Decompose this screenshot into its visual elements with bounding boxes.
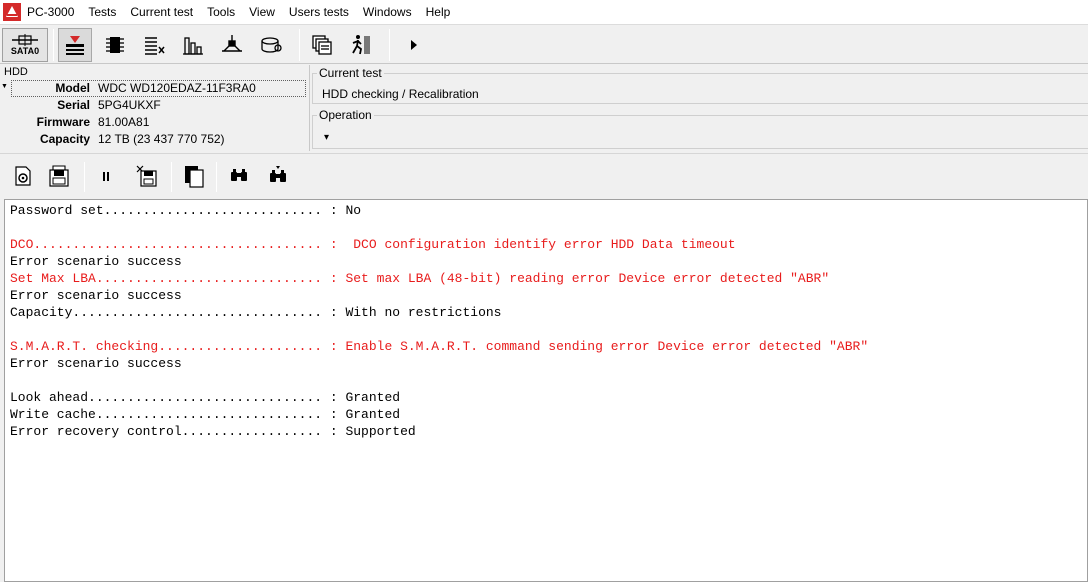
current-test-group: Current test HDD checking / Recalibratio… [312,66,1088,104]
menu-windows[interactable]: Windows [363,5,412,19]
test-log[interactable]: Password set............................… [4,199,1088,582]
menu-help[interactable]: Help [426,5,451,19]
runner-button[interactable] [344,28,378,62]
log-line: Error recovery control..................… [10,424,416,439]
log-line-error: Set Max LBA.............................… [10,271,830,286]
sata-connector-icon [12,34,38,46]
hdd-serial-label: Serial [57,98,90,112]
runner-icon [352,35,370,55]
save-cancel-icon [136,165,157,187]
chip-icon [106,37,124,53]
hdd-firmware-label: Firmware [36,115,90,129]
checklist-icon [145,37,165,55]
main-toolbar: SATA0 [0,24,1088,64]
toolbar-separator [299,29,300,61]
log-line: Error scenario success [10,254,182,269]
hdd-model-value: WDC WD120EDAZ-11F3RA0 [98,81,256,95]
copy-button[interactable] [180,162,208,190]
menu-tools[interactable]: Tools [207,5,235,19]
operation-dropdown-icon[interactable]: ▾ [324,132,329,143]
disk-icon [261,37,282,53]
windows-stack-icon [312,35,332,55]
current-test-value: HDD checking / Recalibration [322,87,479,101]
log-line-error: S.M.A.R.T. checking.....................… [10,339,869,354]
toolbar-separator [84,162,85,192]
hdd-model-label: Model [55,81,90,95]
panel-divider [309,65,310,151]
copy-pages-icon [185,166,204,188]
toolbar-separator [171,162,172,192]
current-test-title: Current test [317,66,384,80]
test-tool-button[interactable] [58,28,92,62]
log-line: Look ahead..............................… [10,390,401,405]
sata-port-button[interactable]: SATA0 [2,28,48,62]
sata-port-label: SATA0 [10,46,40,56]
run-button[interactable] [396,28,430,62]
checklist-button[interactable] [137,28,171,62]
find-next-button[interactable] [264,162,292,190]
page-gear-icon [15,166,31,186]
toolbar-separator [389,29,390,61]
menu-current-test[interactable]: Current test [130,5,193,19]
plug-tree-button[interactable] [215,28,249,62]
menu-bar: PC-3000 Tests Current test Tools View Us… [0,0,1088,24]
menu-users-tests[interactable]: Users tests [289,5,349,19]
toolbar-separator [216,162,217,192]
operation-group: Operation ▾ [312,108,1088,149]
windows-stack-button[interactable] [305,28,339,62]
log-line: Error scenario success [10,288,182,303]
hdd-serial-row: Serial 5PG4UKXF [0,97,309,114]
menu-tests[interactable]: Tests [88,5,116,19]
disk-button[interactable] [254,28,288,62]
hdd-info-panel: HDD ▼ Model WDC WD120EDAZ-11F3RA0 Serial… [0,65,309,149]
hdd-model-row[interactable]: Model WDC WD120EDAZ-11F3RA0 [0,80,309,97]
save-log-button[interactable] [45,162,73,190]
hdd-capacity-value: 12 TB (23 437 770 752) [98,132,225,146]
operation-title: Operation [317,108,374,122]
pause-button[interactable] [92,162,120,190]
binoculars-next-icon [270,166,286,182]
log-line: Capacity................................… [10,305,502,320]
chip-button[interactable] [98,28,132,62]
save-icon [49,165,69,187]
play-icon [411,40,417,50]
log-line: Error scenario success [10,356,182,371]
log-toolbar [0,153,1088,199]
pc3000-window: PC-3000 Tests Current test Tools View Us… [0,0,1088,582]
toolbar-separator [53,29,54,61]
log-line: Write cache.............................… [10,407,401,422]
hdd-panel-title: HDD [4,66,28,78]
hdd-serial-value: 5PG4UKXF [98,98,161,112]
find-button[interactable] [225,162,253,190]
test-tool-icon [66,36,84,55]
hdd-firmware-row: Firmware 81.00A81 [0,114,309,131]
hdd-capacity-label: Capacity [39,132,90,146]
binoculars-icon [231,169,247,181]
bar-chart-button[interactable] [176,28,210,62]
hdd-firmware-value: 81.00A81 [98,115,150,129]
menu-view[interactable]: View [249,5,275,19]
open-settings-button[interactable] [9,162,37,190]
hdd-capacity-row: Capacity 12 TB (23 437 770 752) [0,131,309,148]
log-line-error: DCO.....................................… [10,237,736,252]
plug-tree-icon [222,35,242,52]
pause-icon [103,172,109,181]
app-title: PC-3000 [27,5,75,19]
bar-chart-icon [183,37,203,55]
app-logo-icon [3,3,21,21]
cancel-save-button[interactable] [133,162,161,190]
log-line: Password set............................… [10,203,362,218]
